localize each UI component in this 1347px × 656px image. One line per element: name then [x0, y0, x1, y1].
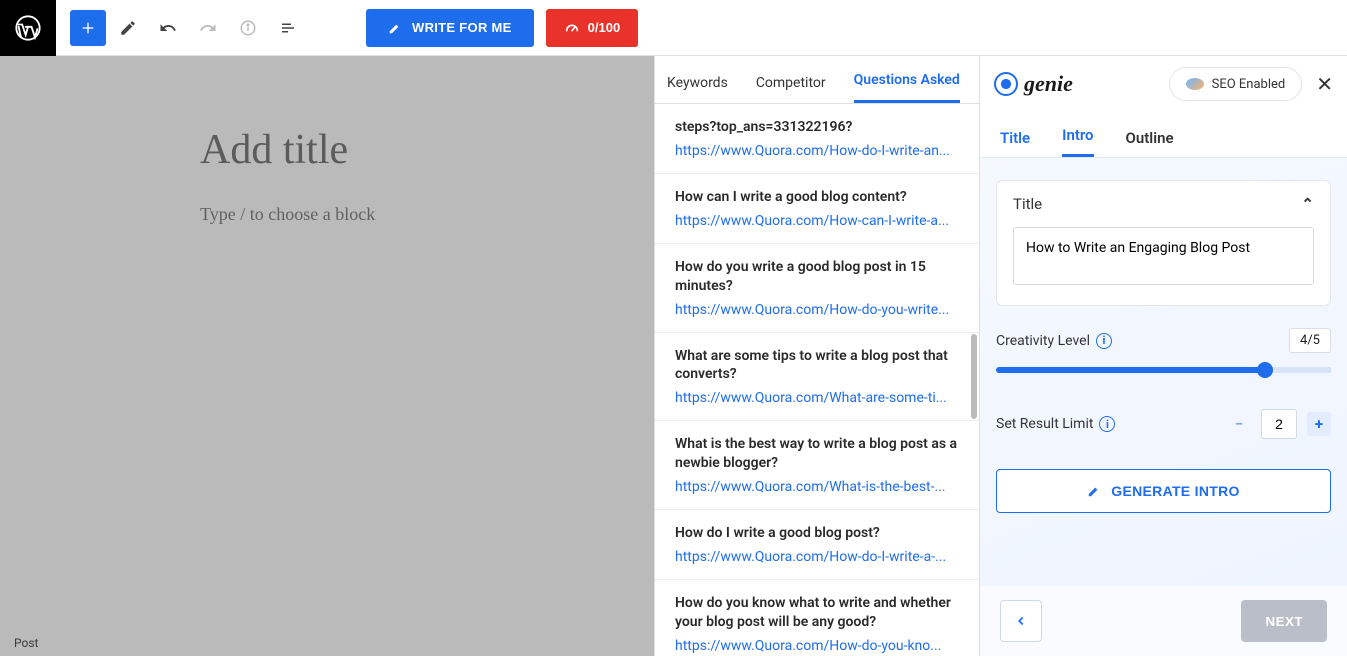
tab-outline[interactable]: Outline: [1126, 129, 1174, 157]
score-label: 0/100: [588, 20, 621, 35]
question-item[interactable]: steps?top_ans=331322196? https://www.Quor…: [655, 104, 979, 174]
increment-button[interactable]: +: [1307, 412, 1331, 436]
add-block-button[interactable]: [70, 10, 106, 46]
question-item[interactable]: How can I write a good blog content? http…: [655, 174, 979, 244]
question-url[interactable]: https://www.Quora.com/How-do-I-write-an.…: [675, 143, 959, 159]
question-url[interactable]: https://www.Quora.com/How-can-I-write-a.…: [675, 213, 959, 229]
tab-title[interactable]: Title: [1000, 129, 1030, 157]
tab-questions-asked[interactable]: Questions Asked: [854, 72, 960, 103]
research-tabs: Keywords Competitor Questions Asked: [655, 56, 979, 104]
write-button-label: WRITE FOR ME: [412, 20, 512, 35]
title-card-label: Title: [1013, 195, 1042, 213]
write-for-me-button[interactable]: WRITE FOR ME: [366, 9, 534, 47]
undo-icon[interactable]: [150, 10, 186, 46]
post-type-label: Post: [14, 636, 38, 650]
genie-logo-icon: [994, 72, 1018, 96]
question-url[interactable]: https://www.Quora.com/What-are-some-ti..…: [675, 390, 959, 406]
question-text: What are some tips to write a blog post …: [675, 347, 959, 385]
wizard-tabs: Title Intro Outline: [980, 112, 1347, 158]
next-button: NEXT: [1241, 600, 1327, 642]
chevron-up-icon[interactable]: ⌃: [1301, 195, 1314, 213]
creativity-value: 4/5: [1289, 328, 1331, 353]
creativity-label: Creativity Level: [996, 333, 1090, 349]
question-item[interactable]: How do you know what to write and whethe…: [655, 580, 979, 656]
edit-icon[interactable]: [110, 10, 146, 46]
question-item[interactable]: What is the best way to write a blog pos…: [655, 421, 979, 510]
question-url[interactable]: https://www.Quora.com/How-do-you-kno...: [675, 638, 959, 654]
seo-enabled-chip[interactable]: SEO Enabled: [1169, 67, 1303, 101]
title-input[interactable]: [1013, 227, 1314, 285]
tab-keywords[interactable]: Keywords: [667, 75, 728, 103]
result-limit-label: Set Result Limit: [996, 416, 1093, 432]
question-text: How do I write a good blog post?: [675, 524, 959, 543]
creativity-slider[interactable]: [996, 367, 1331, 373]
question-url[interactable]: https://www.Quora.com/How-do-I-write-a-.…: [675, 549, 959, 565]
question-item[interactable]: How do I write a good blog post? https://…: [655, 510, 979, 580]
result-limit-input[interactable]: [1261, 409, 1297, 439]
info-icon[interactable]: i: [1096, 333, 1112, 349]
decrement-button[interactable]: −: [1227, 412, 1251, 436]
list-view-icon[interactable]: [270, 10, 306, 46]
seo-badge-icon: [1186, 78, 1204, 90]
question-url[interactable]: https://www.Quora.com/What-is-the-best-.…: [675, 479, 959, 495]
redo-icon: [190, 10, 226, 46]
question-text: How do you write a good blog post in 15 …: [675, 258, 959, 296]
tab-competitor[interactable]: Competitor: [756, 75, 826, 103]
genie-brand: genie: [994, 71, 1073, 97]
title-card: Title ⌃: [996, 180, 1331, 306]
close-icon[interactable]: ✕: [1316, 72, 1333, 96]
scrollbar[interactable]: [971, 334, 977, 419]
seo-score-button[interactable]: 0/100: [546, 9, 639, 47]
back-button[interactable]: [1000, 600, 1042, 642]
info-icon: [230, 10, 266, 46]
question-text: What is the best way to write a blog pos…: [675, 435, 959, 473]
generate-intro-button[interactable]: GENERATE INTRO: [996, 469, 1331, 513]
tab-intro[interactable]: Intro: [1062, 126, 1093, 157]
info-icon[interactable]: i: [1099, 416, 1115, 432]
wordpress-logo[interactable]: [0, 0, 56, 56]
question-item[interactable]: How do you write a good blog post in 15 …: [655, 244, 979, 333]
question-item[interactable]: What are some tips to write a blog post …: [655, 333, 979, 422]
question-url[interactable]: https://www.Quora.com/How-do-you-write..…: [675, 302, 959, 318]
slider-thumb[interactable]: [1257, 362, 1273, 378]
question-text: How can I write a good blog content?: [675, 188, 959, 207]
editor-overlay: [0, 56, 654, 656]
question-text: How do you know what to write and whethe…: [675, 594, 959, 632]
question-text: steps?top_ans=331322196?: [675, 118, 959, 137]
